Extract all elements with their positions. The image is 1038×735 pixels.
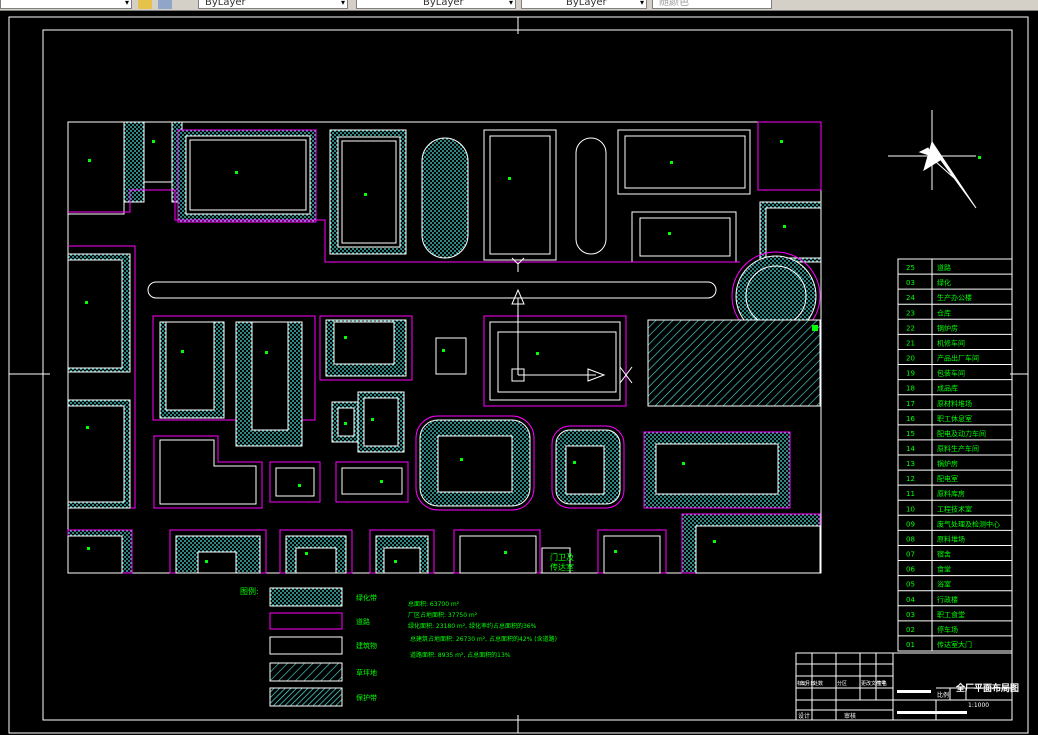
lineweight-control-label: ByLayer — [566, 0, 607, 8]
layer-previous-icon[interactable] — [158, 0, 172, 9]
linetype-control[interactable]: ByLayer ▾ — [356, 0, 516, 9]
plotstyle-control-label: 随颜色 — [659, 0, 689, 8]
table-row-name: 原料堆场 — [937, 534, 965, 543]
table-row-name: 生产办公楼 — [937, 293, 972, 302]
table-row-number: 07 — [906, 551, 915, 559]
table-row-name: 配电及动力车间 — [937, 429, 986, 438]
stats-line: 厂区占地面积: 37750 m² — [408, 611, 478, 619]
legend-label: 道路 — [356, 617, 370, 626]
stats-line: 绿化面积: 23180 m², 绿化率约占总面积的36% — [408, 622, 537, 630]
plotstyle-control[interactable]: 随颜色 — [652, 0, 772, 9]
table-row-number: 19 — [906, 370, 915, 378]
table-row-name: 包装车间 — [937, 369, 965, 378]
scale-label: 比例 — [937, 691, 949, 699]
color-control-label: ByLayer — [205, 0, 246, 8]
layer-dropdown[interactable]: ▾ — [0, 0, 132, 9]
main-road — [147, 281, 717, 299]
gate-label-1: 门卫及 — [550, 552, 574, 562]
table-row-name: 传达室大门 — [937, 640, 972, 649]
table-row-number: 23 — [906, 309, 915, 317]
drawing-title: 全厂平面布局图 — [955, 682, 1019, 694]
table-row-name: 配电室 — [937, 474, 958, 483]
legend-label: 建筑物 — [356, 641, 377, 650]
stats-line: 道路面积: 8935 m², 占总面积的13% — [410, 651, 511, 659]
table-row-number: 17 — [906, 400, 915, 408]
table-row-number: 22 — [906, 324, 915, 332]
table-row-name: 停车场 — [937, 625, 958, 634]
lineweight-control[interactable]: ByLayer ▾ — [521, 0, 647, 9]
chevron-down-icon: ▾ — [639, 0, 644, 7]
title-block-row-label: 分区 — [837, 680, 847, 687]
table-row-name: 职工食堂 — [937, 610, 965, 619]
table-row-name: 废气处理及检测中心 — [937, 519, 1000, 528]
table-row-number: 03 — [906, 611, 915, 619]
table-row-number: 01 — [906, 641, 915, 649]
table-row-number: 03 — [906, 279, 915, 287]
legend-title: 图例: — [240, 586, 259, 596]
table-row-name: 仓库 — [937, 308, 951, 317]
drawing-canvas[interactable]: 门卫及 传达室 25 道路03 绿化24 生产办公楼23 仓库22 锅炉房21 … — [0, 10, 1038, 735]
stats-line: 总建筑占地面积: 26730 m², 占总面积的42% (含道路) — [410, 635, 557, 643]
table-row-number: 12 — [906, 475, 915, 483]
table-row-number: 11 — [906, 490, 915, 498]
table-row-name: 浴室 — [937, 580, 951, 589]
table-row-number: 09 — [906, 520, 915, 528]
stats-line: 总面积: 63700 m² — [408, 600, 460, 608]
legend-label: 草坪地 — [356, 668, 377, 677]
table-row-name: 锅炉房 — [937, 323, 958, 332]
legend-label: 保护带 — [356, 693, 377, 702]
table-row-name: 宿舍 — [937, 550, 951, 559]
title-bar-mark — [897, 711, 967, 714]
lawn-area — [647, 319, 821, 407]
linetype-control-label: ByLayer — [423, 0, 464, 8]
table-row-number: 06 — [906, 566, 915, 574]
chevron-down-icon: ▾ — [340, 0, 345, 7]
title-block-row-label: 年月日 — [800, 680, 815, 687]
table-row-number: 13 — [906, 460, 915, 468]
table-row-name: 道路 — [937, 263, 951, 272]
table-row-name: 产品出厂车间 — [937, 354, 979, 363]
table-row-number: 14 — [906, 445, 915, 453]
table-row-name: 原料库房 — [937, 489, 965, 498]
chevron-down-icon: ▾ — [124, 0, 129, 7]
check-label: 审核 — [844, 712, 856, 720]
gate-label-2: 传达室 — [550, 562, 574, 572]
table-row-name: 机修车间 — [937, 338, 965, 347]
table-row-number: 15 — [906, 430, 915, 438]
table-row-name: 锅炉房 — [937, 459, 958, 468]
title-bar-mark — [897, 690, 931, 693]
layer-states-icon[interactable] — [138, 0, 152, 9]
legend-label: 绿化带 — [356, 593, 377, 602]
table-row-name: 成品库 — [937, 384, 958, 393]
table-row-number: 25 — [906, 264, 915, 272]
table-row-number: 10 — [906, 505, 915, 513]
table-row-name: 绿化 — [937, 278, 951, 287]
scale-value: 1:1000 — [968, 702, 989, 709]
table-row-number: 04 — [906, 596, 915, 604]
table-row-number: 18 — [906, 385, 915, 393]
title-block-row-label: 签名 — [877, 680, 887, 687]
table-row-number: 21 — [906, 339, 915, 347]
ucs-icon — [511, 257, 633, 384]
table-row-name: 行政楼 — [937, 595, 958, 604]
table-row-name: 工程技术室 — [937, 504, 972, 513]
table-row-number: 02 — [906, 626, 915, 634]
design-label: 设计 — [798, 712, 810, 720]
table-row-number: 16 — [906, 415, 915, 423]
table-row-name: 原料生产车间 — [937, 444, 979, 453]
table-row-number: 20 — [906, 355, 915, 363]
color-control[interactable]: ByLayer ▾ — [198, 0, 348, 9]
table-row-number: 05 — [906, 581, 915, 589]
table-row-number: 24 — [906, 294, 915, 302]
north-arrow-icon — [888, 110, 981, 209]
table-row-name: 原材料堆场 — [937, 399, 972, 408]
table-row-number: 08 — [906, 535, 915, 543]
site-plan: 门卫及 传达室 — [67, 121, 822, 574]
legend-swatches — [269, 587, 343, 707]
table-row-name: 食堂 — [937, 565, 951, 574]
table-row-name: 职工休息室 — [937, 414, 972, 423]
chevron-down-icon: ▾ — [508, 0, 513, 7]
